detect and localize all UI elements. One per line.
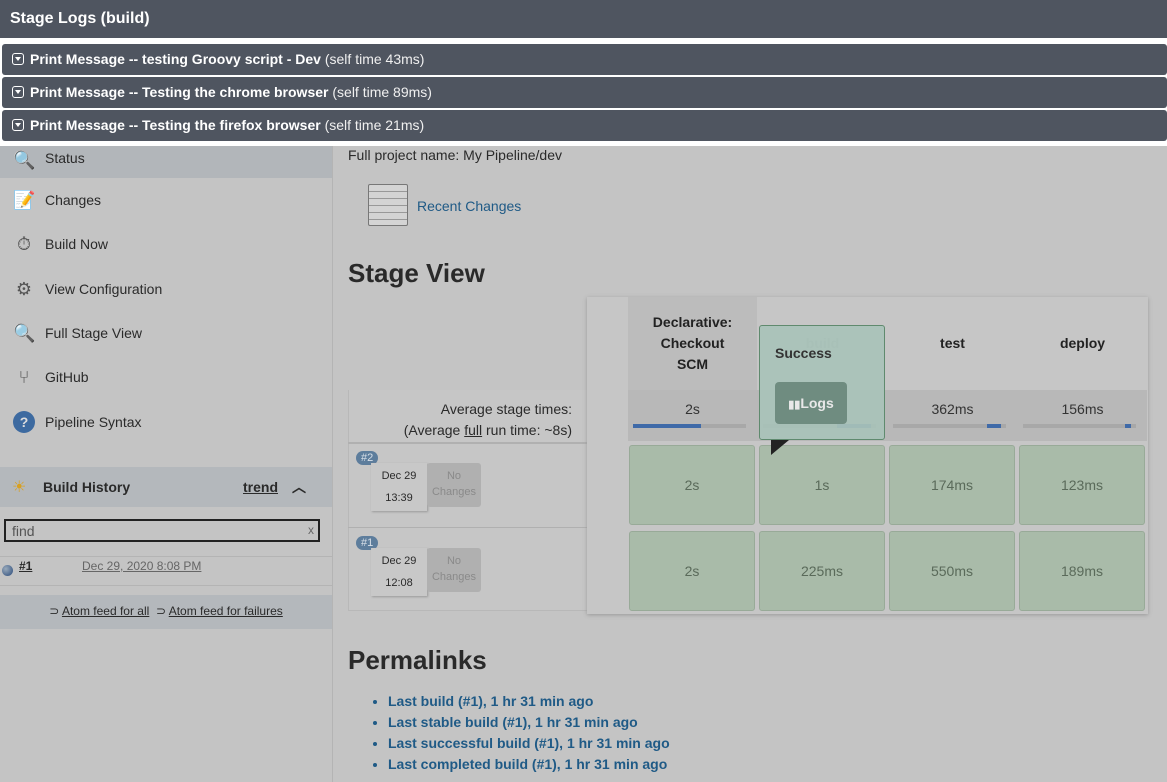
help-icon: ? (13, 411, 35, 433)
stage-logs-title: Stage Logs (build) (10, 10, 150, 27)
log-entry[interactable]: Print Message -- Testing the firefox bro… (2, 110, 1167, 141)
permalinks-list: Last build (#1), 1 hr 31 min agoLast sta… (388, 691, 670, 775)
stage-avg-bar (1023, 424, 1136, 428)
trend-link[interactable]: trend (243, 479, 278, 495)
stage-header: test (940, 335, 965, 351)
run-date: Dec 29 12:08 (371, 548, 427, 596)
stage-avg-time: 2s (685, 401, 700, 417)
run-changes: No Changes (427, 548, 481, 592)
log-entry[interactable]: Print Message -- Testing the chrome brow… (2, 77, 1167, 108)
logs-button[interactable]: ▮▮Logs (775, 382, 847, 424)
build-number-link[interactable]: #1 (19, 559, 32, 573)
stage-logs-list: Print Message -- testing Groovy script -… (0, 38, 1167, 146)
build-date-link[interactable]: Dec 29, 2020 8:08 PM (82, 559, 201, 573)
log-entry[interactable]: Print Message -- testing Groovy script -… (2, 44, 1167, 75)
notepad-icon: 📝 (13, 190, 36, 210)
popover-arrow (771, 440, 789, 455)
atom-feeds: ⊃ Atom feed for all ⊃ Atom feed for fail… (0, 595, 332, 629)
sidebar-item-pipeline-syntax[interactable]: ? Pipeline Syntax (0, 402, 332, 442)
notepad-icon (368, 184, 408, 226)
magnifier-icon: 🔍 (13, 150, 36, 170)
stage-cell[interactable]: 225ms (759, 531, 885, 611)
stage-cell[interactable]: 174ms (889, 445, 1015, 525)
build-search-input[interactable]: find x (4, 519, 320, 542)
run-date: Dec 29 13:39 (371, 463, 427, 511)
stage-cell[interactable]: 2s (629, 445, 755, 525)
run-changes: No Changes (427, 463, 481, 507)
stage-header: Declarative: Checkout SCM (628, 297, 757, 390)
expand-icon[interactable] (12, 119, 24, 131)
stage-cell[interactable]: 189ms (1019, 531, 1145, 611)
stage-view-title: Stage View (348, 258, 485, 288)
permalink[interactable]: Last stable build (#1), 1 hr 31 min ago (388, 712, 670, 733)
stage-avg-bar (893, 424, 1006, 428)
sun-weather-icon: ☀ (12, 479, 27, 496)
gear-icon: ⚙ (15, 279, 33, 299)
full-project-name: Full project name: My Pipeline/dev (348, 147, 562, 163)
stage-avg-bar (633, 424, 746, 428)
atom-feed-all-link[interactable]: Atom feed for all (62, 604, 149, 618)
permalink[interactable]: Last successful build (#1), 1 hr 31 min … (388, 733, 670, 754)
avg-run-time: (Average full run time: ~8s) (403, 422, 572, 438)
stage-popover: Success ▮▮Logs (759, 325, 885, 440)
clear-search-button[interactable]: x (308, 523, 314, 537)
permalink[interactable]: Last completed build (#1), 1 hr 31 min a… (388, 754, 670, 775)
avg-stage-times-label: Average stage times: (440, 401, 572, 417)
sidebar-item-build-now[interactable]: ⏱ Build Now (0, 224, 332, 264)
stage-avg-time: 156ms (1061, 401, 1104, 417)
sidebar-item-full-stage-view[interactable]: 🔍 Full Stage View (0, 313, 332, 353)
stage-avg-time: 362ms (931, 401, 974, 417)
sidebar-item-changes[interactable]: 📝 Changes (0, 180, 332, 220)
clock-play-icon: ⏱ (16, 234, 32, 254)
build-row: #1 Dec 29, 2020 8:08 PM (0, 556, 332, 586)
stage-cell[interactable]: 550ms (889, 531, 1015, 611)
expand-icon[interactable] (12, 53, 24, 65)
build-history-header: ☀ Build History trend ︿ (0, 467, 332, 507)
stage-cell[interactable]: 123ms (1019, 445, 1145, 525)
stage-header: deploy (1059, 335, 1106, 351)
sidebar-item-github[interactable]: ⑂ GitHub (0, 357, 332, 397)
chevron-up-icon[interactable]: ︿ (292, 477, 306, 497)
rss-icon: ⊃ (49, 604, 60, 618)
expand-icon[interactable] (12, 86, 24, 98)
magnifier-icon: 🔍 (13, 323, 36, 343)
popover-status: Success (775, 345, 832, 361)
build-history-title: Build History (43, 479, 131, 495)
full-link[interactable]: full (464, 422, 482, 438)
permalinks-title: Permalinks (348, 645, 487, 675)
stage-logs-header: Stage Logs (build) (0, 0, 1167, 38)
rss-icon: ⊃ (155, 604, 167, 618)
atom-feed-failures-link[interactable]: Atom feed for failures (169, 604, 283, 618)
status-ball-icon (2, 565, 13, 576)
recent-changes-link[interactable]: Recent Changes (417, 198, 521, 214)
bar-chart-icon: ▮▮ (788, 399, 801, 411)
permalink[interactable]: Last build (#1), 1 hr 31 min ago (388, 691, 670, 712)
stage-cell[interactable]: 1s (759, 445, 885, 525)
git-branch-icon: ⑂ (18, 367, 30, 387)
stage-cell[interactable]: 2s (629, 531, 755, 611)
sidebar-item-view-configuration[interactable]: ⚙ View Configuration (0, 269, 332, 309)
